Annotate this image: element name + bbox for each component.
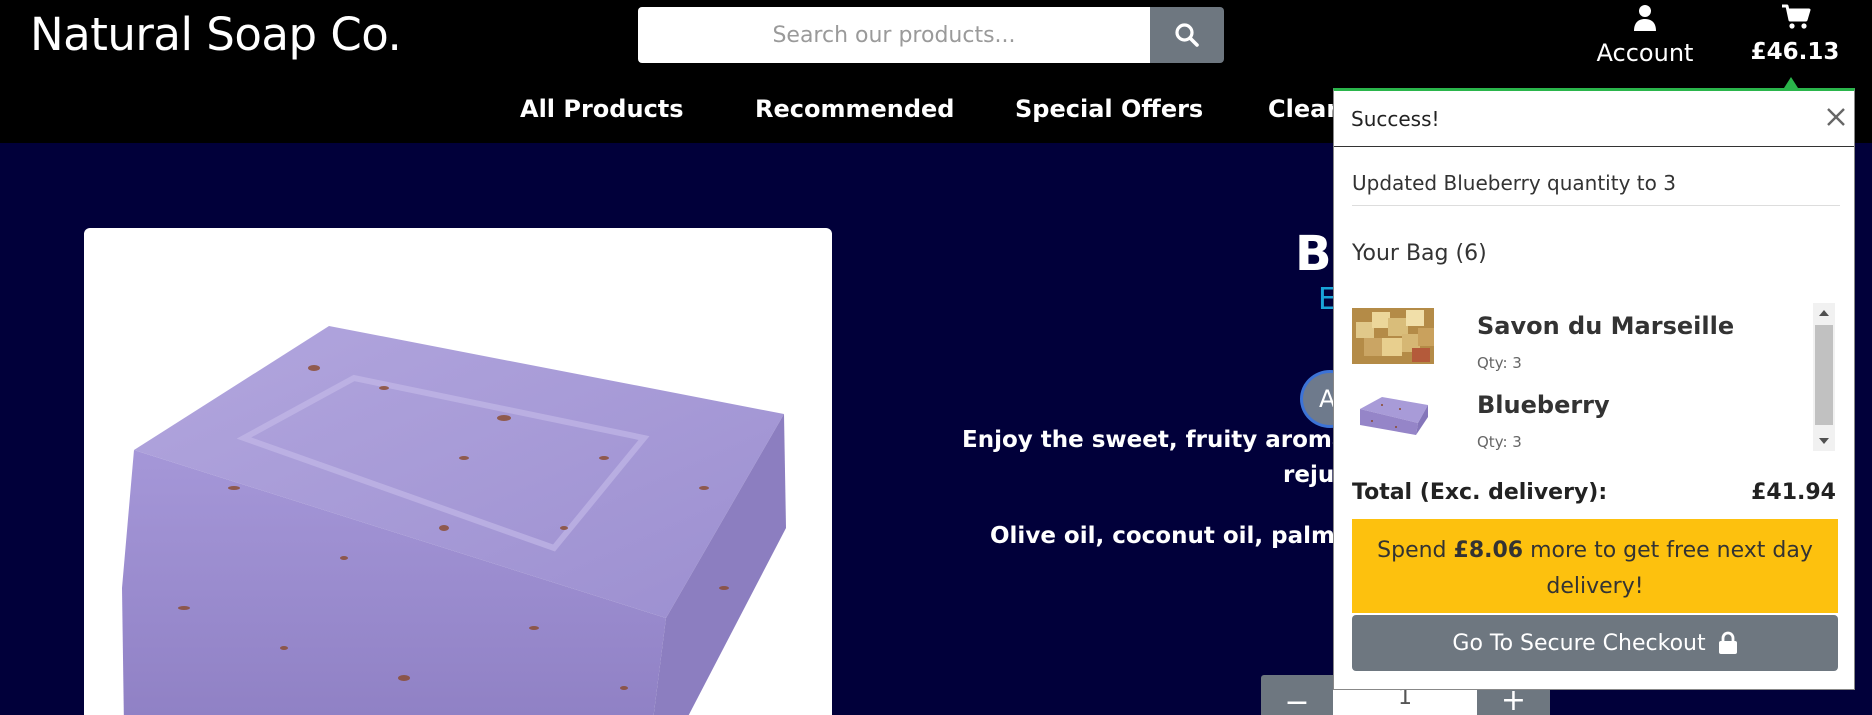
shopping-bag-link[interactable]: £46.13	[1740, 0, 1850, 70]
promo-prefix: Spend	[1377, 538, 1454, 563]
popup-caret	[1784, 77, 1798, 88]
account-link[interactable]: Account	[1590, 0, 1700, 70]
bag-items-list: Savon du Marseille Qty: 3 Blueberry Qty:…	[1334, 304, 1854, 454]
quantity-decrease-button[interactable]: −	[1261, 675, 1333, 715]
bag-notification-popup: Success! Updated Blueberry quantity to 3…	[1333, 88, 1855, 690]
scroll-down-button[interactable]	[1813, 431, 1835, 451]
blueberry-thumbnail-image	[1352, 387, 1434, 443]
search-button[interactable]	[1150, 7, 1224, 63]
scroll-up-button[interactable]	[1813, 303, 1835, 323]
brand-logo[interactable]: Natural Soap Co.	[30, 8, 402, 61]
popup-header: Success!	[1334, 91, 1854, 147]
nav-all-products[interactable]: All Products	[520, 95, 684, 123]
bag-title: Your Bag (6)	[1352, 241, 1487, 266]
item-quantity: Qty: 3	[1477, 354, 1522, 372]
checkout-label: Go To Secure Checkout	[1452, 630, 1706, 656]
item-thumbnail	[1352, 308, 1434, 364]
bag-items-scrollbar[interactable]	[1813, 303, 1835, 451]
popup-title: Success!	[1351, 107, 1440, 131]
nav-recommended[interactable]: Recommended	[755, 95, 955, 123]
product-ingredients: Olive oil, coconut oil, palm oil,	[990, 523, 1384, 549]
promo-amount: £8.06	[1453, 538, 1524, 563]
lock-icon	[1718, 631, 1737, 654]
chevron-down-icon	[1819, 438, 1829, 444]
product-image-card	[84, 228, 832, 715]
search-icon	[1175, 23, 1199, 47]
bag-item[interactable]: Savon du Marseille Qty: 3	[1334, 304, 1834, 379]
close-icon[interactable]	[1823, 104, 1849, 130]
total-value: £41.94	[1751, 480, 1836, 505]
soap-image	[122, 326, 786, 715]
item-thumbnail	[1352, 387, 1434, 443]
user-icon	[1634, 5, 1656, 31]
item-name: Blueberry	[1477, 391, 1610, 419]
secure-checkout-button[interactable]: Go To Secure Checkout	[1352, 615, 1838, 671]
nav-special-offers[interactable]: Special Offers	[1015, 95, 1203, 123]
bag-total: £46.13	[1750, 39, 1840, 65]
savon-thumbnail-image	[1352, 308, 1434, 364]
scroll-thumb[interactable]	[1815, 325, 1833, 425]
item-quantity: Qty: 3	[1477, 433, 1522, 451]
popup-divider	[1352, 205, 1840, 206]
cart-icon	[1782, 4, 1811, 29]
chevron-up-icon	[1819, 310, 1829, 316]
account-label: Account	[1596, 39, 1694, 67]
search-input[interactable]	[638, 7, 1150, 63]
bag-item[interactable]: Blueberry Qty: 3	[1334, 383, 1834, 454]
item-name: Savon du Marseille	[1477, 312, 1735, 340]
total-label: Total (Exc. delivery):	[1352, 480, 1608, 505]
promo-suffix: more to get free next day delivery!	[1523, 538, 1813, 599]
popup-message: Updated Blueberry quantity to 3	[1352, 171, 1676, 195]
free-delivery-banner: Spend £8.06 more to get free next day de…	[1352, 519, 1838, 613]
